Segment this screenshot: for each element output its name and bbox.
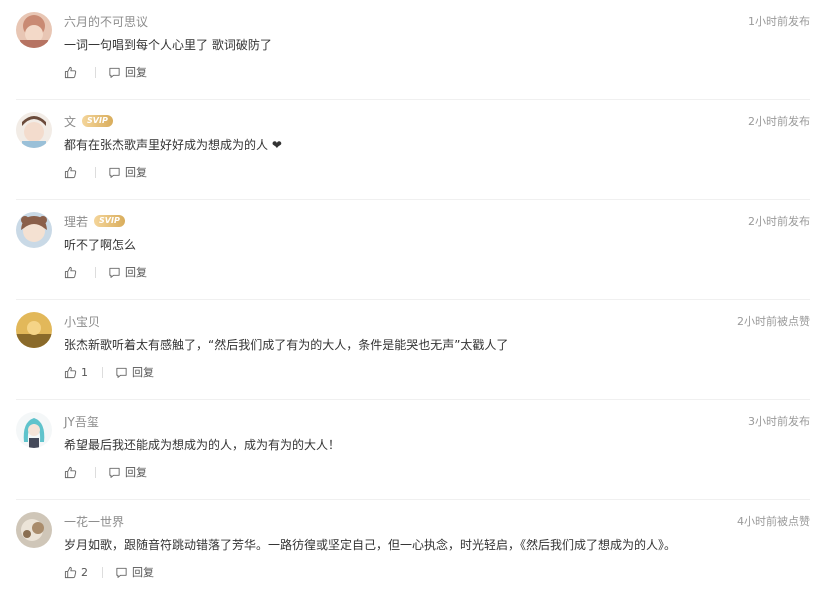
comment-item: JY吾玺 3小时前发布 希望最后我还能成为想成为的人，成为有为的大人！ 回复 [0, 400, 830, 500]
comment-icon [109, 267, 120, 278]
like-button[interactable] [64, 466, 81, 479]
comment-actions: 2 回复 [64, 564, 154, 580]
avatar[interactable] [16, 512, 52, 548]
thumbs-up-icon [64, 366, 77, 378]
reply-button[interactable]: 回复 [115, 364, 154, 380]
svip-badge: SVIP [94, 215, 125, 227]
comment-item: 理若 SVIP 2小时前发布 听不了啊怎么 回复 [0, 200, 830, 300]
reply-button[interactable]: 回复 [115, 564, 154, 580]
comment-time: 2小时前被点赞 [737, 315, 810, 328]
avatar[interactable] [16, 412, 52, 448]
comment-item: 一花一世界 4小时前被点赞 岁月如歌，跟随音符跳动错落了芳华。一路彷徨或坚定自己… [0, 500, 830, 600]
comment-actions: 回复 [64, 64, 147, 80]
like-count: 2 [81, 565, 88, 579]
username[interactable]: 小宝贝 [64, 313, 100, 330]
reply-label: 回复 [125, 466, 147, 479]
comment-time: 2小时前发布 [748, 215, 810, 228]
reply-button[interactable]: 回复 [108, 164, 147, 180]
reply-button[interactable]: 回复 [108, 464, 147, 480]
username[interactable]: 理若 [64, 213, 88, 230]
avatar[interactable] [16, 212, 52, 248]
comment-item: 六月的不可思议 1小时前发布 一词一句唱到每个人心里了 歌词破防了 回复 [0, 0, 830, 100]
comment-time: 3小时前发布 [748, 415, 810, 428]
divider [95, 466, 96, 478]
comment-text: 岁月如歌，跟随音符跳动错落了芳华。一路彷徨或坚定自己，但一心执念，时光轻启，《然… [64, 538, 677, 552]
like-button[interactable] [64, 266, 81, 279]
comment-text: 张杰新歌听着太有感触了，“然后我们成了有为的大人，条件是能哭也无声”太戳人了 [64, 338, 509, 352]
comment-text: 一词一句唱到每个人心里了 歌词破防了 [64, 38, 272, 52]
reply-label: 回复 [125, 166, 147, 179]
comment-time: 1小时前发布 [748, 15, 810, 28]
divider [102, 366, 103, 378]
like-count: 1 [81, 365, 88, 379]
reply-label: 回复 [125, 266, 147, 279]
comment-actions: 回复 [64, 264, 147, 280]
comment-icon [109, 467, 120, 478]
comment-time: 4小时前被点赞 [737, 515, 810, 528]
comment-list: 六月的不可思议 1小时前发布 一词一句唱到每个人心里了 歌词破防了 回复 文 S… [0, 0, 830, 587]
reply-label: 回复 [132, 366, 154, 379]
reply-label: 回复 [132, 566, 154, 579]
username[interactable]: 六月的不可思议 [64, 13, 148, 30]
like-button[interactable]: 1 [64, 366, 88, 379]
comment-item: 小宝贝 2小时前被点赞 张杰新歌听着太有感触了，“然后我们成了有为的大人，条件是… [0, 300, 830, 400]
comment-actions: 回复 [64, 464, 147, 480]
comment-time: 2小时前发布 [748, 115, 810, 128]
comment-text: 听不了啊怎么 [64, 238, 137, 252]
avatar[interactable] [16, 12, 52, 48]
comment-icon [109, 167, 120, 178]
username[interactable]: 一花一世界 [64, 513, 124, 530]
like-button[interactable] [64, 66, 81, 79]
thumbs-up-icon [64, 266, 77, 278]
avatar[interactable] [16, 112, 52, 148]
comment-icon [116, 567, 127, 578]
reply-label: 回复 [125, 66, 147, 79]
divider [102, 566, 103, 578]
like-button[interactable] [64, 166, 81, 179]
comment-icon [109, 67, 120, 78]
reply-button[interactable]: 回复 [108, 64, 147, 80]
comment-text: 都有在张杰歌声里好好成为想成为的人 ❤ [64, 138, 282, 152]
thumbs-up-icon [64, 166, 77, 178]
divider [95, 66, 96, 78]
avatar[interactable] [16, 312, 52, 348]
divider [95, 266, 96, 278]
username[interactable]: JY吾玺 [64, 413, 99, 430]
like-button[interactable]: 2 [64, 566, 88, 579]
reply-button[interactable]: 回复 [108, 264, 147, 280]
username[interactable]: 文 [64, 113, 76, 130]
thumbs-up-icon [64, 66, 77, 78]
svip-badge: SVIP [82, 115, 113, 127]
comment-text: 希望最后我还能成为想成为的人，成为有为的大人！ [64, 438, 341, 452]
comment-actions: 回复 [64, 164, 147, 180]
thumbs-up-icon [64, 466, 77, 478]
thumbs-up-icon [64, 566, 77, 578]
comment-item: 文 SVIP 2小时前发布 都有在张杰歌声里好好成为想成为的人 ❤ 回复 [0, 100, 830, 200]
comment-icon [116, 367, 127, 378]
comment-actions: 1 回复 [64, 364, 154, 380]
divider [95, 166, 96, 178]
